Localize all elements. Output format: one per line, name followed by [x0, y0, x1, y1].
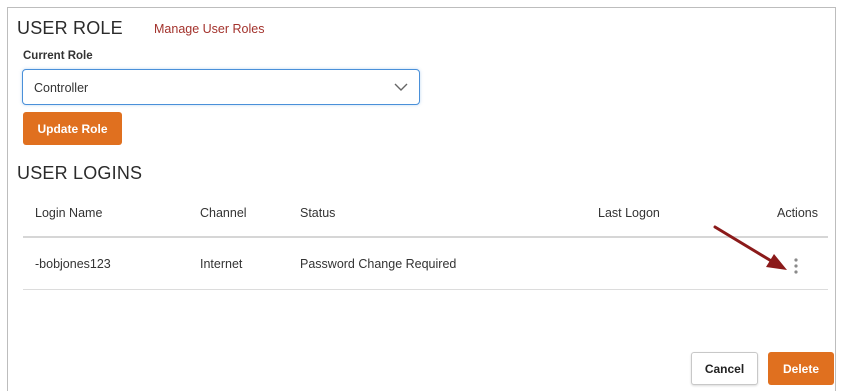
- chevron-down-icon: [394, 83, 408, 91]
- column-header-last-logon: Last Logon: [598, 206, 660, 220]
- column-header-status: Status: [300, 206, 336, 220]
- column-header-channel: Channel: [200, 206, 247, 220]
- current-role-value: Controller: [34, 81, 89, 95]
- login-name-cell: -bobjones123: [35, 257, 111, 271]
- update-role-button[interactable]: Update Role: [23, 112, 122, 145]
- user-details-panel: USER ROLE Manage User Roles Current Role…: [7, 7, 836, 391]
- user-role-title: USER ROLE: [17, 18, 123, 38]
- user-logins-title: USER LOGINS: [17, 163, 143, 183]
- table-row: -bobjones123 Internet Password Change Re…: [23, 238, 828, 290]
- channel-cell: Internet: [200, 257, 243, 271]
- manage-user-roles-link[interactable]: Manage User Roles: [154, 22, 264, 36]
- current-role-label: Current Role: [23, 50, 93, 62]
- column-header-actions: Actions: [777, 206, 818, 220]
- column-header-login-name: Login Name: [35, 206, 103, 220]
- status-cell: Password Change Required: [300, 257, 457, 271]
- delete-button[interactable]: Delete: [768, 352, 834, 385]
- kebab-menu-icon[interactable]: [791, 257, 801, 275]
- cancel-button[interactable]: Cancel: [691, 352, 758, 385]
- current-role-select[interactable]: Controller: [22, 69, 420, 105]
